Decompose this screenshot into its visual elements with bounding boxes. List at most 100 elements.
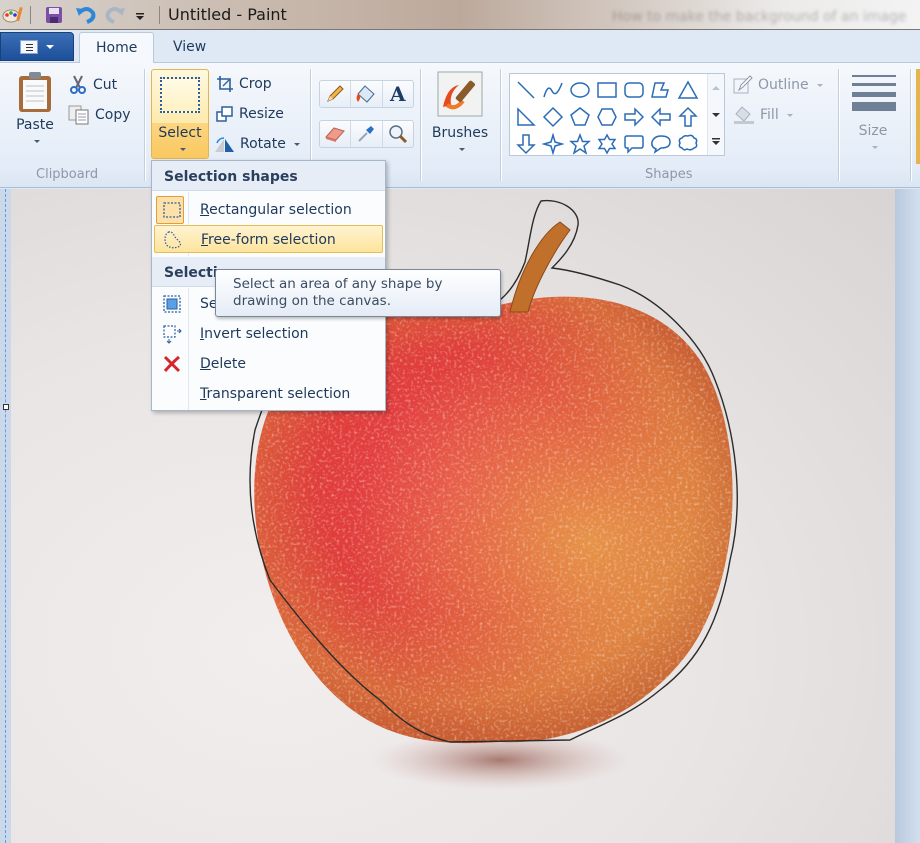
menu-item-label: Delete	[200, 356, 246, 372]
shape-five-point-star[interactable]	[566, 130, 593, 157]
gallery-scrollbar[interactable]	[707, 74, 724, 155]
tab-view[interactable]: View	[157, 32, 222, 64]
invert-selection-icon	[163, 325, 182, 344]
fill-tool[interactable]	[351, 81, 383, 107]
rotate-button[interactable]: Rotate	[213, 135, 300, 153]
shape-rounded-rectangle[interactable]	[620, 76, 647, 103]
magnifier-tool[interactable]	[383, 121, 413, 147]
text-tool[interactable]: A	[383, 81, 413, 107]
shape-curve[interactable]	[539, 76, 566, 103]
expand-gallery-button[interactable]	[708, 128, 724, 155]
rounded-rectangle-icon	[623, 81, 644, 98]
resize-button[interactable]: Resize	[216, 105, 284, 123]
pentagon-icon	[569, 106, 590, 126]
window-title: Untitled - Paint	[168, 5, 287, 24]
menu-item-invert-selection[interactable]: Invert selection	[154, 320, 383, 348]
select-button[interactable]: Select	[151, 69, 209, 159]
shape-right-arrow[interactable]	[620, 103, 647, 130]
text-icon: A	[390, 82, 406, 106]
shape-oval[interactable]	[566, 76, 593, 103]
colors-group-edge	[916, 69, 920, 164]
paint-app-icon[interactable]	[2, 4, 24, 26]
paint-menu-button[interactable]	[0, 32, 74, 61]
down-arrow-icon	[515, 133, 536, 154]
right-arrow-icon	[623, 106, 644, 127]
menu-item-delete[interactable]: Delete	[154, 350, 383, 378]
customize-quick-access-icon[interactable]	[135, 4, 145, 26]
cut-button[interactable]: Cut	[68, 75, 117, 95]
up-arrow-icon	[677, 106, 698, 127]
fill-button[interactable]: Fill	[733, 105, 793, 125]
brushes-button[interactable]: Brushes	[428, 71, 492, 161]
shape-rectangle[interactable]	[593, 76, 620, 103]
cloud-callout-icon	[678, 134, 697, 151]
size-label: Size	[858, 123, 888, 139]
brush-icon	[437, 71, 483, 117]
group-divider	[420, 69, 421, 181]
canvas-resize-handle[interactable]	[3, 404, 9, 410]
group-divider	[500, 69, 501, 181]
shape-left-arrow[interactable]	[647, 103, 674, 130]
menu-item-free-form-selection[interactable]: Free-form selection	[154, 225, 383, 253]
shape-down-arrow[interactable]	[512, 130, 539, 157]
diamond-icon	[542, 106, 563, 127]
outline-button[interactable]: Outline	[733, 75, 823, 95]
paste-button[interactable]: Paste	[10, 71, 60, 161]
title-bar: Untitled - Paint How to make the backgro…	[0, 0, 920, 30]
resize-icon	[216, 106, 233, 122]
shapes-group-label: Shapes	[645, 167, 693, 182]
background-window-title: How to make the background of an image	[612, 9, 907, 25]
copy-button[interactable]: Copy	[68, 105, 131, 125]
shape-right-triangle[interactable]	[512, 103, 539, 130]
shape-triangle[interactable]	[674, 76, 701, 103]
menu-item-transparent-selection[interactable]: Transparent selection	[154, 380, 383, 408]
tooltip-line-1: Select an area of any shape by	[233, 276, 443, 292]
eraser-tool[interactable]	[320, 121, 352, 147]
redo-icon[interactable]	[104, 4, 126, 26]
rectangle-icon	[596, 81, 617, 98]
chevron-down-icon	[458, 147, 465, 151]
fill-bucket-icon	[356, 85, 376, 103]
shape-rounded-callout[interactable]	[620, 130, 647, 157]
divider	[30, 6, 31, 24]
oval-callout-icon	[650, 134, 671, 154]
shape-four-point-star[interactable]	[539, 130, 566, 157]
save-icon[interactable]	[44, 4, 64, 26]
shape-pentagon[interactable]	[566, 103, 593, 130]
crop-icon	[217, 76, 233, 92]
polygon-icon	[650, 81, 669, 98]
tools-row-1: A	[319, 80, 414, 108]
shape-oval-callout[interactable]	[647, 130, 674, 157]
shape-up-arrow[interactable]	[674, 103, 701, 130]
size-button[interactable]: Size	[848, 73, 898, 163]
pencil-icon	[327, 85, 344, 102]
scroll-down-button[interactable]	[708, 101, 724, 128]
shape-polygon[interactable]	[647, 76, 674, 103]
tab-home[interactable]: Home	[79, 32, 155, 64]
line-icon	[516, 80, 535, 99]
shape-line[interactable]	[512, 76, 539, 103]
rotate-icon	[215, 137, 234, 152]
undo-icon[interactable]	[75, 4, 97, 26]
chevron-down-icon	[180, 148, 186, 151]
chevron-down-icon	[46, 45, 54, 49]
menu-item-label: Free-form selection	[201, 232, 336, 248]
shape-six-point-star[interactable]	[593, 130, 620, 157]
shape-diamond[interactable]	[539, 103, 566, 130]
shape-cloud-callout[interactable]	[674, 130, 701, 157]
free-form-selection-icon	[164, 231, 182, 249]
canvas-right-margin	[895, 189, 920, 843]
copy-icon	[68, 105, 89, 125]
scroll-up-button[interactable]	[708, 74, 724, 101]
scissors-icon	[70, 75, 86, 94]
clipboard-group-label: Clipboard	[36, 167, 99, 182]
crop-button[interactable]: Crop	[216, 75, 272, 93]
pencil-tool[interactable]	[320, 81, 352, 107]
chevron-down-icon	[786, 113, 793, 117]
rotate-label: Rotate	[240, 136, 286, 152]
menu-item-rectangular-selection[interactable]: Rectangular selection	[154, 196, 383, 224]
shape-hexagon[interactable]	[593, 103, 620, 130]
resize-label: Resize	[239, 106, 284, 122]
color-picker-tool[interactable]	[351, 121, 383, 147]
select-label: Select	[158, 125, 202, 141]
